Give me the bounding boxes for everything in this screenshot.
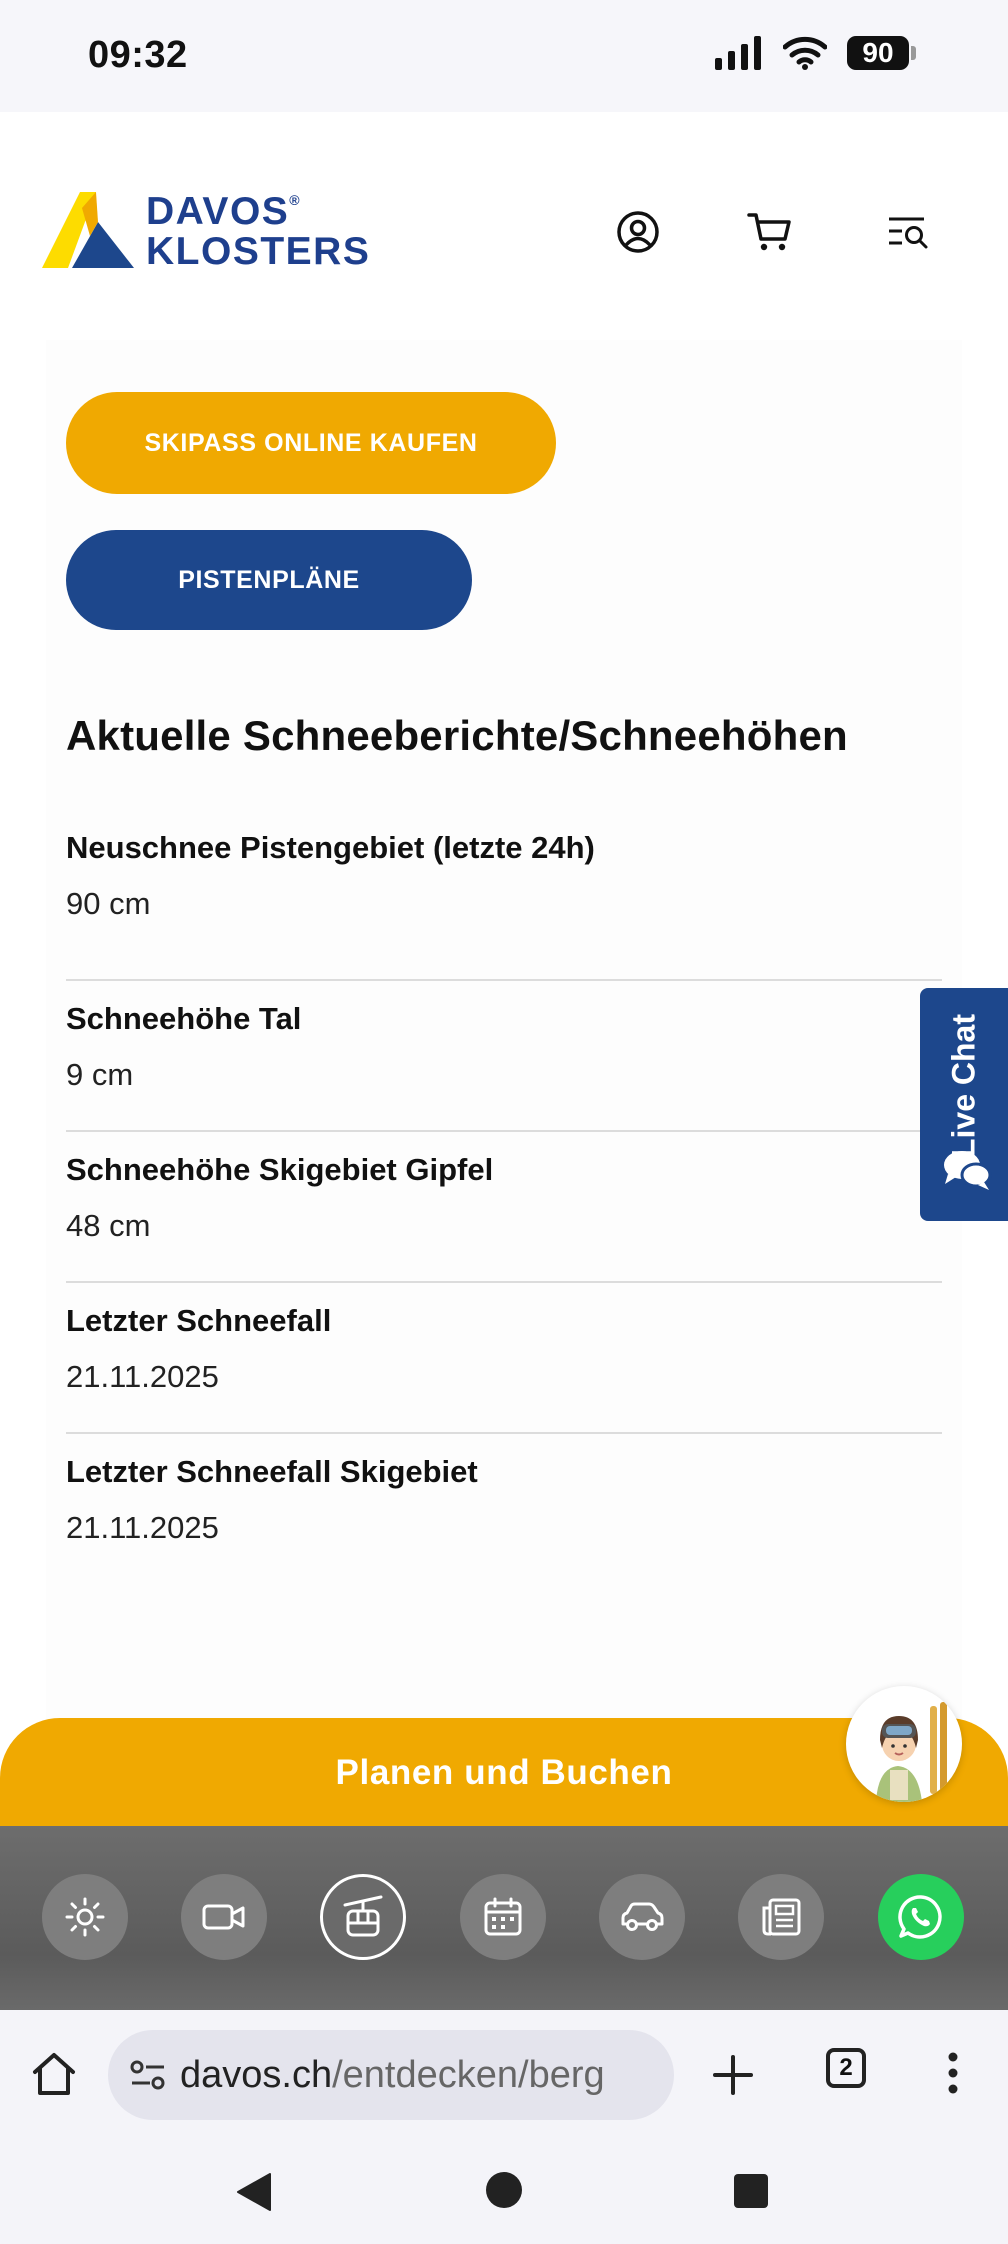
report-value: 21.11.2025 (66, 1359, 219, 1394)
menu-search-icon (889, 217, 928, 249)
site-header: DAVOS® KLOSTERS (0, 112, 1008, 340)
live-chat-label: Live Chat (945, 1013, 982, 1159)
car-button[interactable] (599, 1874, 685, 1960)
url-path: /entdecken/berg (332, 2054, 605, 2096)
home-circle-icon[interactable] (484, 2170, 524, 2210)
news-button[interactable] (738, 1874, 824, 1960)
snow-report-section: SKIPASS ONLINE KAUFEN PISTENPLÄNE Aktuel… (46, 340, 962, 1720)
weather-icon (65, 1897, 105, 1937)
planen-und-buchen-label: Planen und Buchen (335, 1753, 673, 1792)
browser-toolbar: davos.ch/entdecken/berg 2 (0, 2010, 1008, 2140)
report-item: Letzter Schneefall Skigebiet 21.11.2025 (66, 1434, 942, 1585)
cart-button[interactable] (740, 202, 800, 262)
wifi-icon (783, 36, 827, 70)
report-value: 9 cm (66, 1057, 134, 1092)
chat-bubble-icon (944, 1151, 992, 1190)
weather-button[interactable] (42, 1874, 128, 1960)
tab-switcher-button[interactable]: 2 (826, 2048, 866, 2088)
logo-registered: ® (289, 192, 302, 208)
report-item: Neuschnee Pistengebiet (letzte 24h) 90 c… (66, 830, 942, 981)
new-tab-icon[interactable] (712, 2054, 754, 2096)
home-icon[interactable] (30, 2050, 78, 2098)
report-value: 21.11.2025 (66, 1510, 219, 1545)
logo-text-klosters: KLOSTERS (146, 230, 371, 273)
cable-car-icon (343, 1895, 383, 1937)
report-value: 90 cm (66, 886, 151, 921)
webcam-icon (202, 1904, 245, 1930)
status-icons: 90 (715, 36, 916, 70)
report-label: Schneehöhe Tal (66, 1001, 302, 1036)
menu-search-button[interactable] (878, 202, 938, 262)
url-domain: davos.ch (180, 2054, 333, 2096)
account-button[interactable] (608, 202, 668, 262)
whatsapp-button[interactable] (878, 1874, 964, 1960)
system-navigation-bar (0, 2140, 1008, 2244)
logo-text-davos: DAVOS (146, 190, 290, 233)
pistenplaene-button[interactable]: PISTENPLÄNE (66, 530, 472, 630)
report-item: Schneehöhe Tal 9 cm (66, 981, 942, 1132)
back-icon[interactable] (232, 2170, 276, 2214)
news-icon (762, 1898, 801, 1936)
mascot-icon (876, 1702, 947, 1802)
davos-klosters-logo[interactable]: DAVOS® KLOSTERS (42, 186, 382, 276)
status-bar: 09:32 90 (0, 0, 1008, 112)
report-label: Letzter Schneefall Skigebiet (66, 1454, 478, 1489)
quick-nav-bar (0, 1826, 1008, 2010)
assistant-avatar[interactable] (846, 1686, 962, 1802)
signal-icon (715, 36, 761, 70)
recents-icon[interactable] (732, 2172, 770, 2210)
battery-indicator: 90 (847, 36, 916, 70)
report-value: 48 cm (66, 1208, 151, 1243)
whatsapp-icon (898, 1895, 942, 1939)
user-icon (617, 211, 659, 253)
report-item: Letzter Schneefall 21.11.2025 (66, 1283, 942, 1434)
live-chat-tab[interactable]: Live Chat (920, 988, 1008, 1221)
address-bar[interactable]: davos.ch/entdecken/berg (108, 2030, 674, 2120)
calendar-icon (484, 1897, 522, 1936)
site-settings-icon[interactable] (128, 2058, 168, 2092)
status-time: 09:32 (88, 34, 188, 76)
logo-mark-icon (42, 192, 134, 268)
more-options-icon[interactable] (946, 2050, 960, 2096)
report-label: Neuschnee Pistengebiet (letzte 24h) (66, 830, 595, 865)
skipass-online-kaufen-button[interactable]: SKIPASS ONLINE KAUFEN (66, 392, 556, 494)
section-title: Aktuelle Schneeberichte/Schneehöhen (66, 712, 848, 759)
report-label: Schneehöhe Skigebiet Gipfel (66, 1152, 494, 1187)
report-item: Schneehöhe Skigebiet Gipfel 48 cm (66, 1132, 942, 1283)
car-icon (621, 1902, 664, 1931)
webcam-button[interactable] (181, 1874, 267, 1960)
report-label: Letzter Schneefall (66, 1303, 332, 1338)
cable-car-button[interactable] (320, 1874, 406, 1960)
calendar-button[interactable] (460, 1874, 546, 1960)
battery-level: 90 (847, 36, 909, 70)
snow-report-list: Neuschnee Pistengebiet (letzte 24h) 90 c… (66, 830, 942, 1585)
cart-icon (747, 213, 791, 251)
